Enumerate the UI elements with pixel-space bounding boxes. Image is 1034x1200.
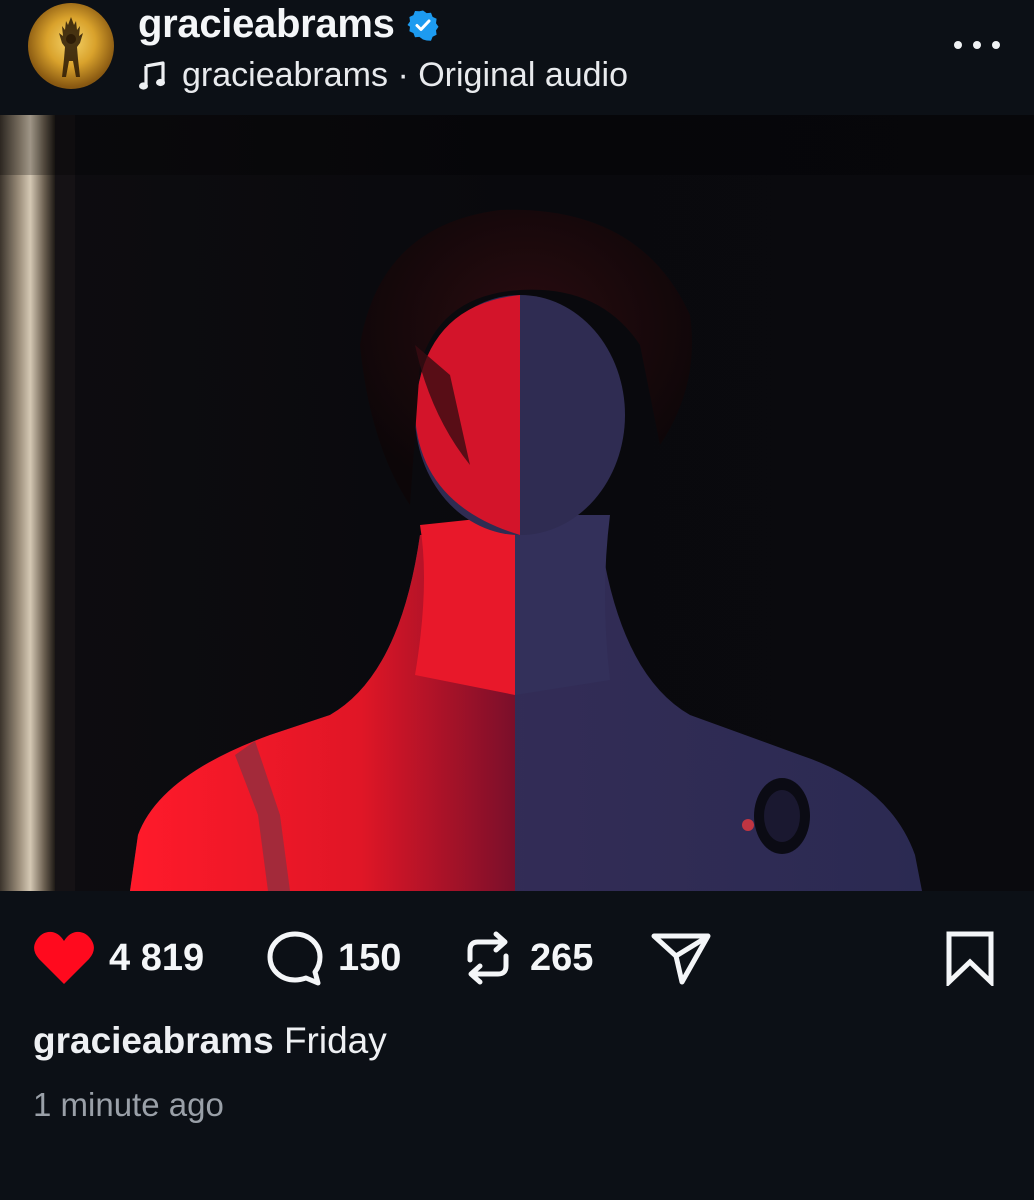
more-horizontal-icon [954, 41, 962, 49]
share-button[interactable] [650, 920, 712, 996]
comment-icon [267, 931, 323, 986]
post-header: gracieabrams gracieabrams · Original aud… [0, 0, 1034, 115]
verified-badge-icon [407, 10, 439, 41]
comment-button[interactable]: 150 [266, 920, 401, 996]
heart-icon [34, 931, 94, 984]
more-dot [992, 41, 1000, 49]
avatar-silhouette [59, 17, 83, 77]
bookmark-button[interactable] [944, 920, 996, 996]
avatar[interactable] [28, 3, 114, 89]
post-timestamp: 1 minute ago [33, 1086, 224, 1123]
repost-icon [467, 931, 509, 985]
audio-title: Original audio [418, 56, 629, 94]
video-frame [0, 115, 1034, 891]
more-options-button[interactable] [954, 34, 1000, 56]
like-count: 4 819 [109, 936, 205, 979]
post-username[interactable]: gracieabrams [138, 2, 439, 47]
bookmark-icon [946, 931, 994, 986]
caption-text: Friday [283, 1020, 387, 1061]
video-player[interactable] [0, 115, 1034, 891]
share-icon [651, 933, 711, 985]
caption-username[interactable]: gracieabrams [33, 1020, 274, 1061]
audio-separator: · [397, 56, 409, 94]
caption: gracieabrams Friday [33, 1020, 387, 1062]
action-bar: 4 819 150 265 [0, 920, 1034, 996]
like-button[interactable]: 4 819 [33, 920, 204, 996]
repost-button[interactable]: 265 [460, 920, 593, 996]
audio-artist: gracieabrams [182, 56, 388, 94]
comment-count: 150 [338, 936, 402, 979]
username-text: gracieabrams [138, 2, 395, 46]
music-note-icon [139, 60, 165, 90]
more-dot [973, 41, 981, 49]
repost-count: 265 [530, 936, 594, 979]
audio-attribution[interactable]: gracieabrams · Original audio [138, 56, 628, 95]
